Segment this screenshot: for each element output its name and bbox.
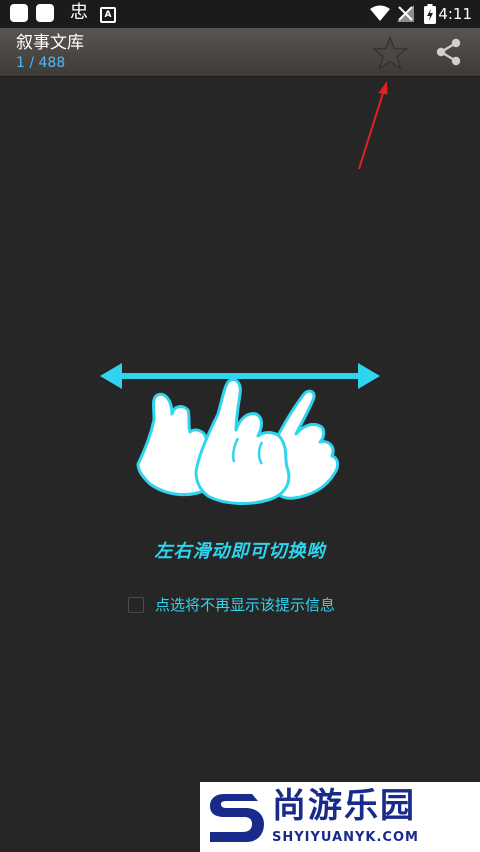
signal-muted-icon	[397, 5, 414, 22]
status-bar: 忠 A 4:11	[0, 0, 480, 28]
dont-show-again-checkbox[interactable]	[128, 597, 144, 613]
watermark: 尚游乐园 SHYIYUANYK.COM	[200, 782, 480, 852]
screen: 忠 A 4:11 叙事文库 1 / 488 左右滑动即可切换哟 点选将不再显示该…	[0, 0, 480, 852]
annotation-arrow-icon	[358, 81, 388, 170]
swipe-hand-icon	[100, 363, 380, 505]
dont-show-again-label: 点选将不再显示该提示信息	[155, 596, 336, 614]
notification-app-glyph: 忠	[70, 2, 88, 23]
notification-square-icon	[10, 4, 28, 22]
swipe-hint-text: 左右滑动即可切换哟	[154, 541, 326, 562]
page-counter: 1 / 488	[16, 55, 66, 71]
star-icon	[372, 35, 408, 70]
share-icon	[436, 38, 461, 66]
battery-charging-icon	[424, 4, 436, 24]
status-time: 4:11	[438, 5, 472, 23]
share-button[interactable]	[434, 37, 464, 67]
favorite-button[interactable]	[372, 35, 408, 70]
app-title: 叙事文库	[16, 33, 84, 53]
watermark-logo-icon	[210, 794, 264, 842]
notification-square-icon	[36, 4, 54, 22]
notification-a-icon: A	[100, 7, 116, 23]
watermark-url: SHYIYUANYK.COM	[272, 830, 419, 845]
wifi-icon	[370, 5, 390, 21]
watermark-title: 尚游乐园	[272, 786, 416, 826]
app-bar: 叙事文库 1 / 488	[0, 28, 480, 77]
